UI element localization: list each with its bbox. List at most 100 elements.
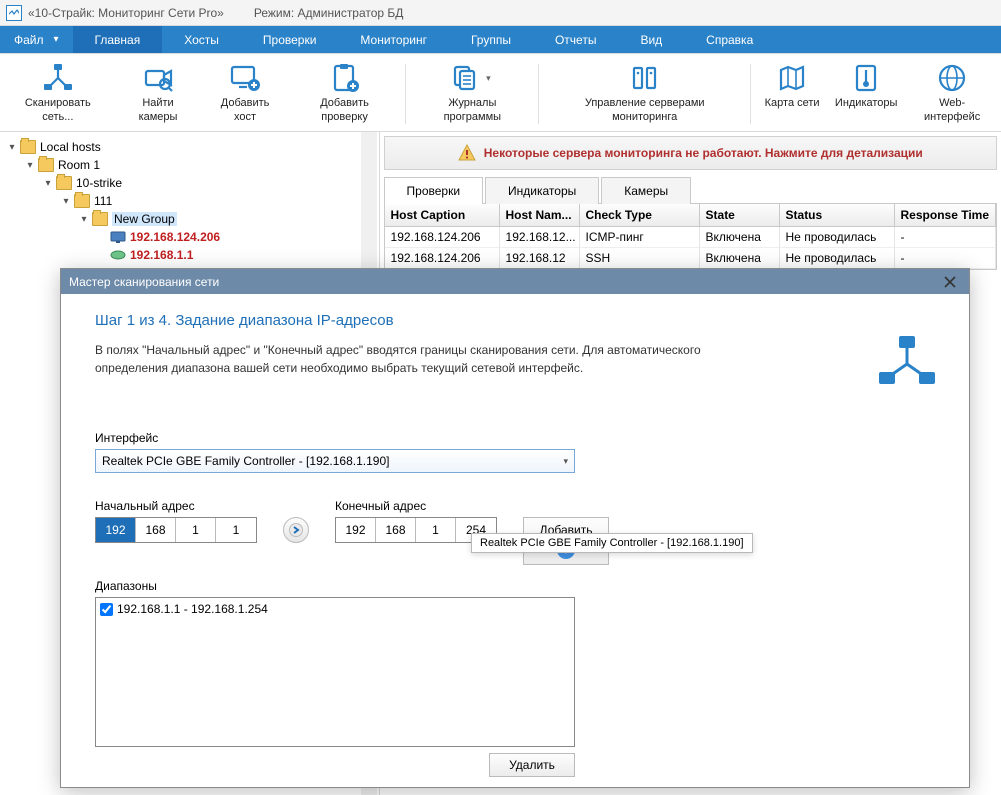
- col-header[interactable]: Host Caption: [385, 204, 500, 227]
- collapse-icon[interactable]: ▾: [42, 178, 54, 189]
- tooltip: Realtek PCIe GBE Family Controller - [19…: [471, 533, 753, 553]
- grid-header: Host Caption Host Nam... Check Type Stat…: [385, 204, 996, 227]
- tab-checks[interactable]: Проверки: [384, 177, 484, 204]
- tab-label: Мониторинг: [360, 33, 427, 47]
- thermometer-icon: [850, 62, 882, 94]
- titlebar: «10-Страйк: Мониторинг Сети Pro» Режим: …: [0, 0, 1001, 26]
- tab-label: Справка: [706, 33, 753, 47]
- close-button[interactable]: [939, 273, 961, 291]
- warning-bar[interactable]: Некоторые сервера мониторинга не работаю…: [384, 136, 997, 170]
- collapse-icon[interactable]: ▾: [24, 160, 36, 171]
- step-description: В полях "Начальный адрес" и "Конечный ад…: [95, 341, 775, 377]
- col-header[interactable]: Status: [780, 204, 895, 227]
- separator: [405, 64, 406, 124]
- separator: [538, 64, 539, 124]
- arrow-right-button[interactable]: [283, 517, 309, 543]
- folder-icon: [74, 194, 90, 208]
- ip-octet[interactable]: [376, 518, 416, 542]
- cell: ICMP-пинг: [580, 227, 700, 248]
- tab-help[interactable]: Справка: [684, 26, 775, 53]
- table-row[interactable]: 192.168.124.206 192.168.12... ICMP-пинг …: [385, 227, 996, 248]
- file-menu-label: Файл: [14, 33, 44, 47]
- tab-label: Отчеты: [555, 33, 596, 47]
- web-interface-button[interactable]: Web-интерфейс: [905, 60, 999, 126]
- ip-octet[interactable]: [136, 518, 176, 542]
- ip-octet[interactable]: [416, 518, 456, 542]
- server-management-button[interactable]: Управление серверами мониторинга: [545, 60, 744, 126]
- tree-label-selected[interactable]: New Group: [112, 212, 177, 226]
- ip-octet[interactable]: [176, 518, 216, 542]
- scan-wizard-dialog: Мастер сканирования сети Шаг 1 из 4. Зад…: [60, 268, 970, 788]
- tree-label[interactable]: 111: [94, 194, 112, 208]
- tab-label: Группы: [471, 33, 511, 47]
- ip-octet[interactable]: [336, 518, 376, 542]
- separator: [750, 64, 751, 124]
- program-logs-button[interactable]: ▾ Журналы программы: [412, 60, 532, 126]
- app-logo-icon: [6, 5, 22, 21]
- tree-label[interactable]: Local hosts: [40, 140, 101, 154]
- collapse-icon[interactable]: ▾: [78, 214, 90, 225]
- cell: -: [895, 248, 996, 269]
- tab-cameras[interactable]: Камеры: [601, 177, 691, 204]
- tab-monitoring[interactable]: Мониторинг: [338, 26, 449, 53]
- chevron-down-icon[interactable]: ▾: [481, 62, 495, 94]
- tree-label[interactable]: Room 1: [58, 158, 100, 172]
- table-row[interactable]: 192.168.124.206 192.168.12 SSH Включена …: [385, 248, 996, 269]
- cell: -: [895, 227, 996, 248]
- cell: 192.168.124.206: [385, 227, 500, 248]
- ranges-label: Диапазоны: [95, 579, 935, 593]
- indicators-button[interactable]: Индикаторы: [829, 60, 903, 126]
- cell: 192.168.12...: [500, 227, 580, 248]
- ribbon-label: Индикаторы: [835, 96, 898, 124]
- map-icon: [776, 62, 808, 94]
- app-title: «10-Страйк: Мониторинг Сети Pro»: [28, 6, 224, 20]
- col-header[interactable]: Host Nam...: [500, 204, 580, 227]
- range-checkbox[interactable]: [100, 603, 113, 616]
- tab-reports[interactable]: Отчеты: [533, 26, 618, 53]
- collapse-icon[interactable]: ▾: [60, 196, 72, 207]
- monitor-plus-icon: [229, 62, 261, 94]
- tree-host[interactable]: 192.168.124.206: [130, 230, 220, 244]
- delete-range-button[interactable]: Удалить: [489, 753, 575, 777]
- ribbon-label: Журналы программы: [418, 96, 526, 124]
- cell: Не проводилась: [780, 227, 895, 248]
- file-menu[interactable]: Файл ▾: [0, 26, 73, 53]
- dialog-titlebar[interactable]: Мастер сканирования сети: [61, 269, 969, 294]
- tab-main[interactable]: Главная: [73, 26, 163, 53]
- find-cameras-button[interactable]: Найти камеры: [116, 60, 201, 126]
- add-check-button[interactable]: Добавить проверку: [290, 60, 400, 126]
- scan-network-button[interactable]: Сканировать сеть...: [2, 60, 114, 126]
- tab-groups[interactable]: Группы: [449, 26, 533, 53]
- ip-octet[interactable]: [96, 518, 136, 542]
- ribbon-label: Добавить хост: [208, 96, 281, 124]
- interface-select[interactable]: Realtek PCIe GBE Family Controller - [19…: [95, 449, 575, 473]
- tab-hosts[interactable]: Хосты: [162, 26, 241, 53]
- chevron-down-icon: ▾: [54, 34, 59, 45]
- end-address-label: Конечный адрес: [335, 499, 497, 513]
- globe-icon: [936, 62, 968, 94]
- add-host-button[interactable]: Добавить хост: [202, 60, 287, 126]
- tab-checks[interactable]: Проверки: [241, 26, 339, 53]
- start-address-input[interactable]: [95, 517, 257, 543]
- tab-label: Вид: [640, 33, 662, 47]
- tree-host[interactable]: 192.168.1.1: [130, 248, 193, 262]
- menubar: Файл ▾ Главная Хосты Проверки Мониторинг…: [0, 26, 1001, 54]
- tree-label[interactable]: 10-strike: [76, 176, 122, 190]
- folder-icon: [92, 212, 108, 226]
- tab-indicators[interactable]: Индикаторы: [485, 177, 599, 204]
- list-item[interactable]: 192.168.1.1 - 192.168.1.254: [100, 602, 570, 616]
- tab-label: Индикаторы: [508, 184, 576, 198]
- network-map-button[interactable]: Карта сети: [757, 60, 827, 126]
- col-header[interactable]: Check Type: [580, 204, 700, 227]
- ranges-listbox[interactable]: 192.168.1.1 - 192.168.1.254: [95, 597, 575, 747]
- network-icon: [42, 62, 74, 94]
- tab-view[interactable]: Вид: [618, 26, 684, 53]
- ribbon-label: Web-интерфейс: [911, 96, 993, 124]
- ip-octet[interactable]: [216, 518, 256, 542]
- col-header[interactable]: Response Time: [895, 204, 996, 227]
- router-icon: [110, 249, 126, 261]
- collapse-icon[interactable]: ▾: [6, 142, 18, 153]
- cell: Не проводилась: [780, 248, 895, 269]
- clipboard-plus-icon: [329, 62, 361, 94]
- col-header[interactable]: State: [700, 204, 780, 227]
